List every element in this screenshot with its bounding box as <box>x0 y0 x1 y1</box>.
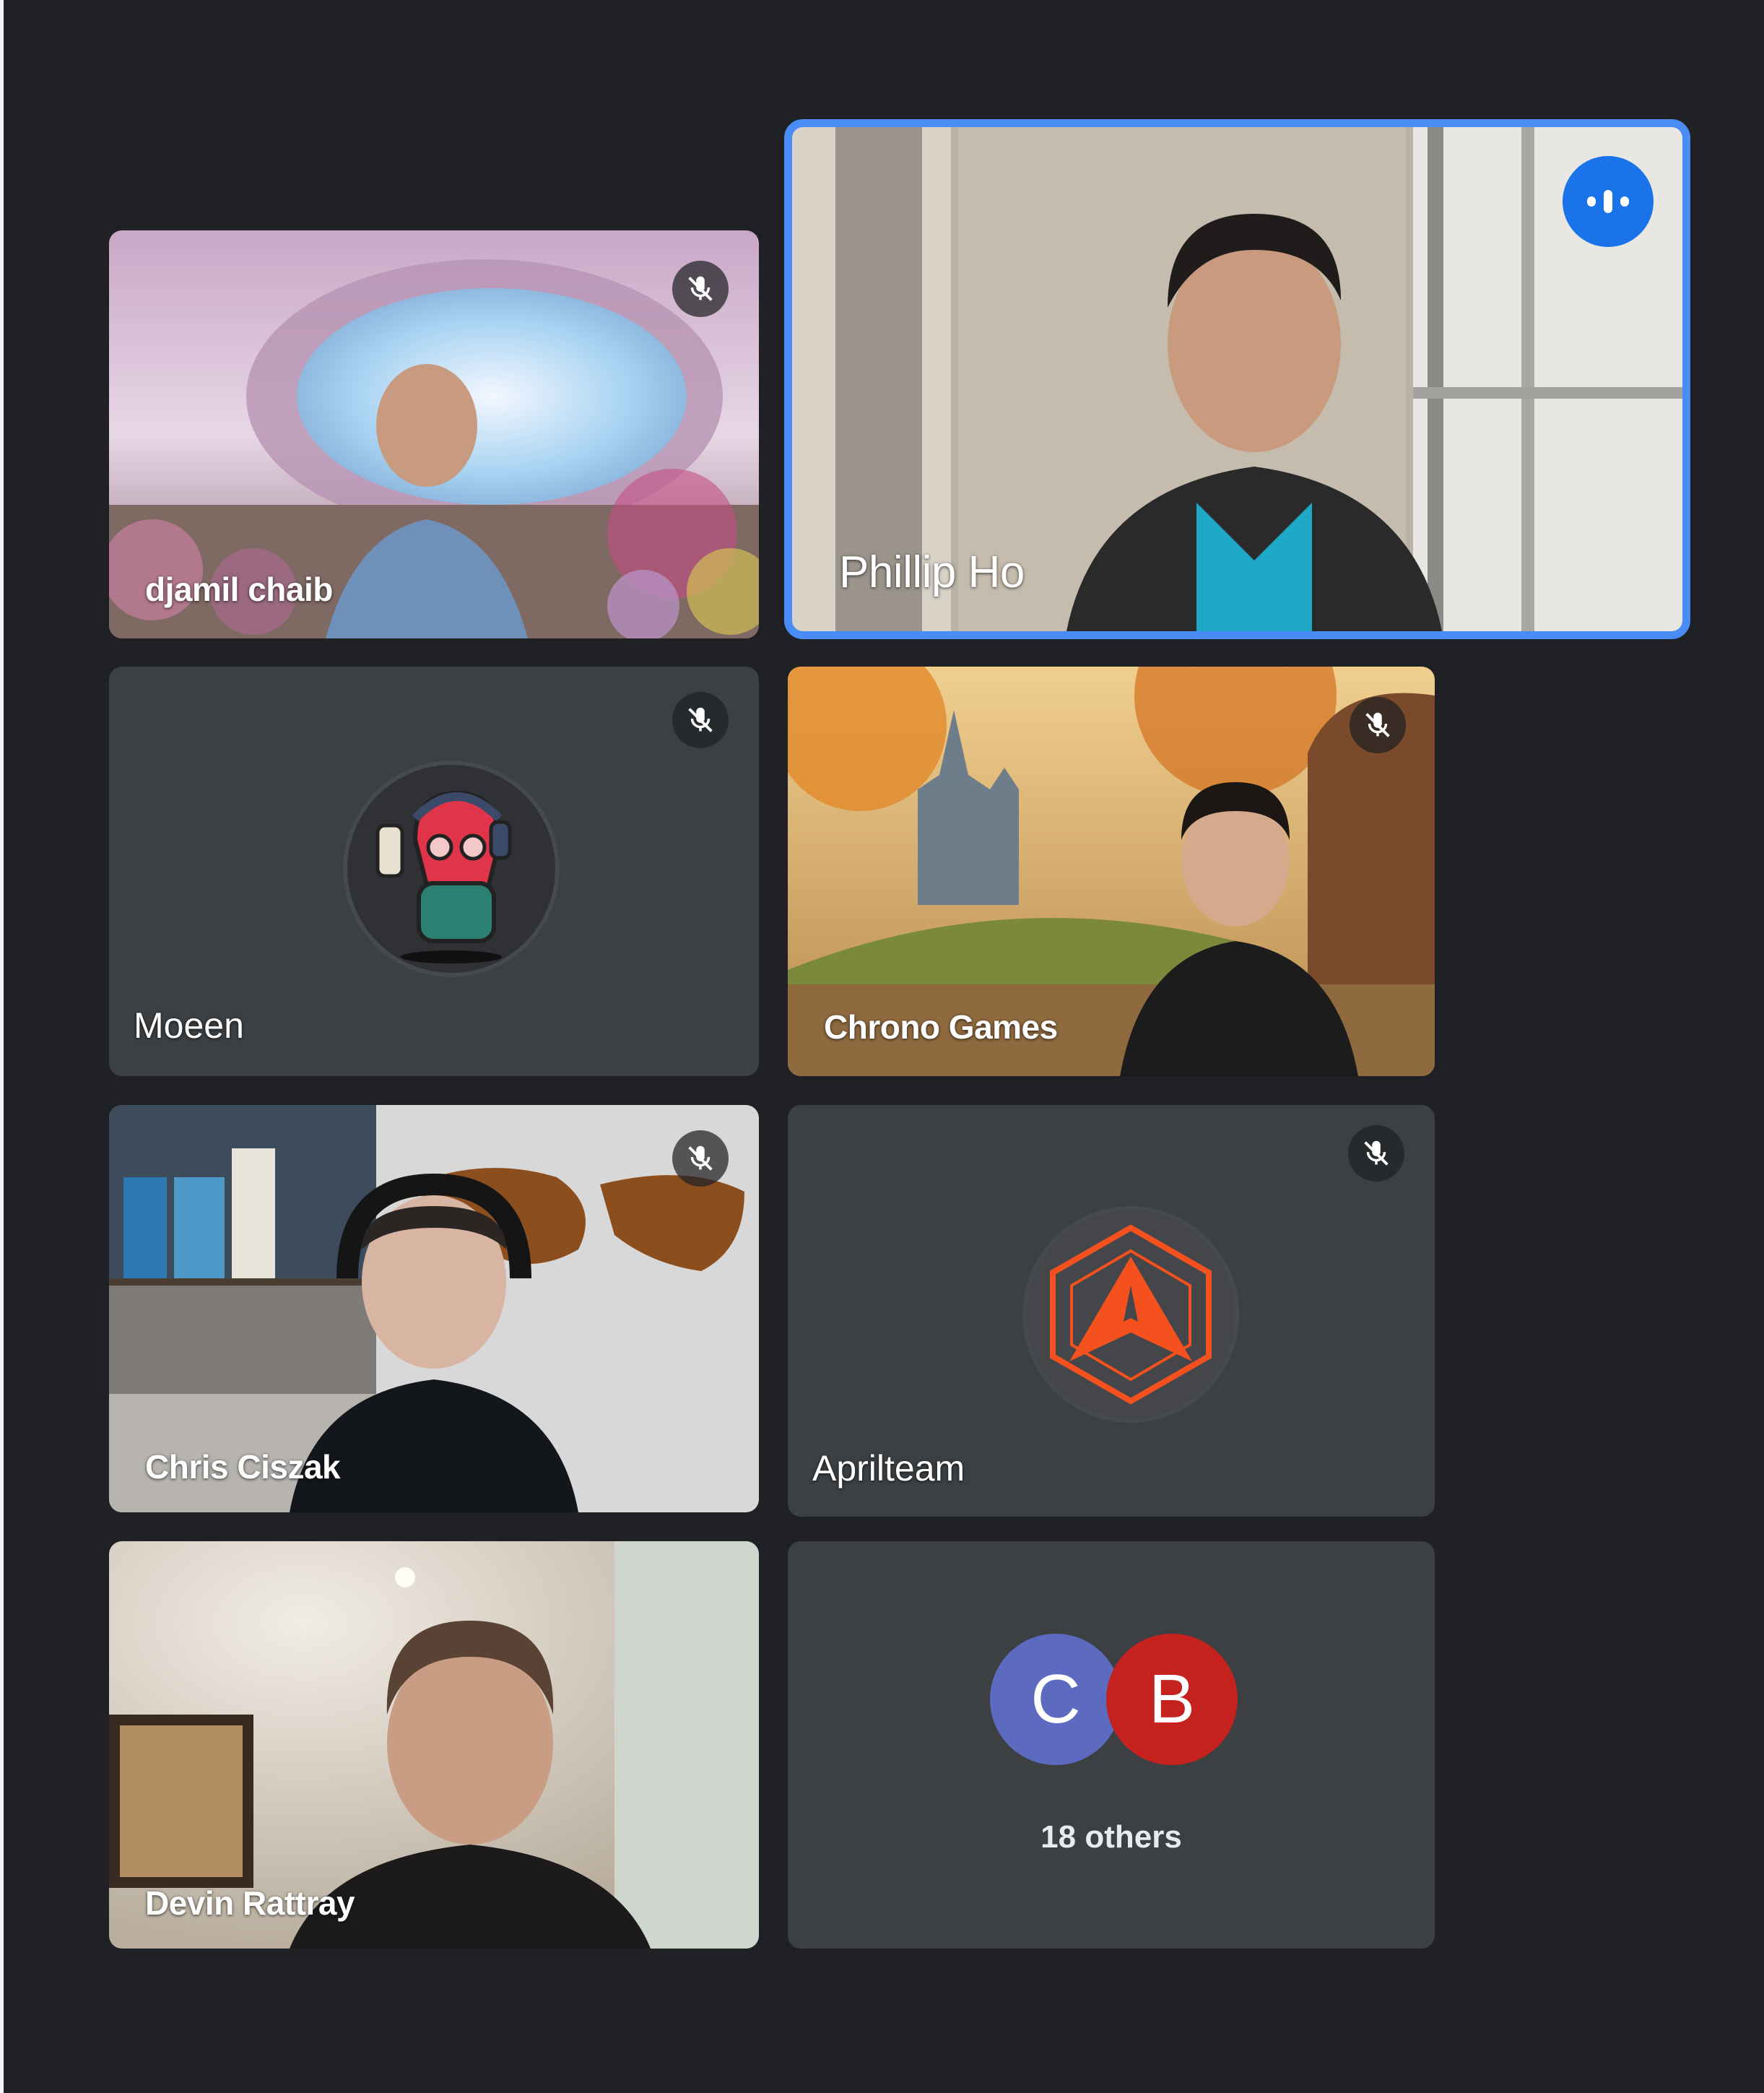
participant-name: Phillip Ho <box>839 547 1025 597</box>
muted-indicator <box>672 261 729 317</box>
participant-name: Moeen <box>134 1005 244 1046</box>
mic-off-icon <box>1365 712 1390 737</box>
avatar: B <box>1106 1634 1238 1765</box>
participant-tile-phillip-ho[interactable]: Phillip Ho <box>792 127 1682 631</box>
aprilteam-logo-icon <box>1050 1224 1212 1405</box>
others-tile[interactable]: C B 18 others <box>788 1541 1435 1949</box>
participant-tile-chris-ciszak[interactable]: Chris Ciszak <box>109 1105 759 1512</box>
avatar-letter: B <box>1148 1660 1196 1738</box>
speaking-indicator <box>1563 156 1654 247</box>
audio-level-icon <box>1587 190 1629 213</box>
participant-tile-chrono-games[interactable]: Chrono Games <box>788 667 1435 1076</box>
mascot-avatar-icon <box>375 790 512 963</box>
participant-name: Chris Ciszak <box>145 1448 341 1486</box>
avatar: C <box>990 1634 1121 1765</box>
participant-name: djamil chaib <box>145 571 333 608</box>
participant-tile-aprilteam[interactable]: Aprilteam <box>788 1105 1435 1517</box>
participant-tile-djamil-chaib[interactable]: djamil chaib <box>109 230 759 638</box>
muted-indicator <box>1350 697 1406 753</box>
avatar-letter: C <box>1030 1660 1081 1738</box>
muted-indicator <box>1348 1125 1404 1182</box>
participant-tile-moeen[interactable]: Moeen <box>109 667 759 1076</box>
window-edge <box>0 0 4 2093</box>
mic-off-icon <box>1364 1140 1389 1166</box>
muted-indicator <box>672 692 729 748</box>
mic-off-icon <box>688 707 713 732</box>
mic-off-icon <box>688 276 713 301</box>
muted-indicator <box>672 1130 729 1187</box>
mic-off-icon <box>688 1145 713 1171</box>
participant-name: Devin Rattray <box>145 1884 355 1922</box>
others-count-label: 18 others <box>1040 1819 1182 1855</box>
participant-name: Aprilteam <box>812 1448 965 1488</box>
avatar <box>1022 1206 1239 1423</box>
avatar <box>343 760 560 977</box>
participant-tile-devin-rattray[interactable]: Devin Rattray <box>109 1541 759 1949</box>
participant-name: Chrono Games <box>824 1008 1058 1046</box>
